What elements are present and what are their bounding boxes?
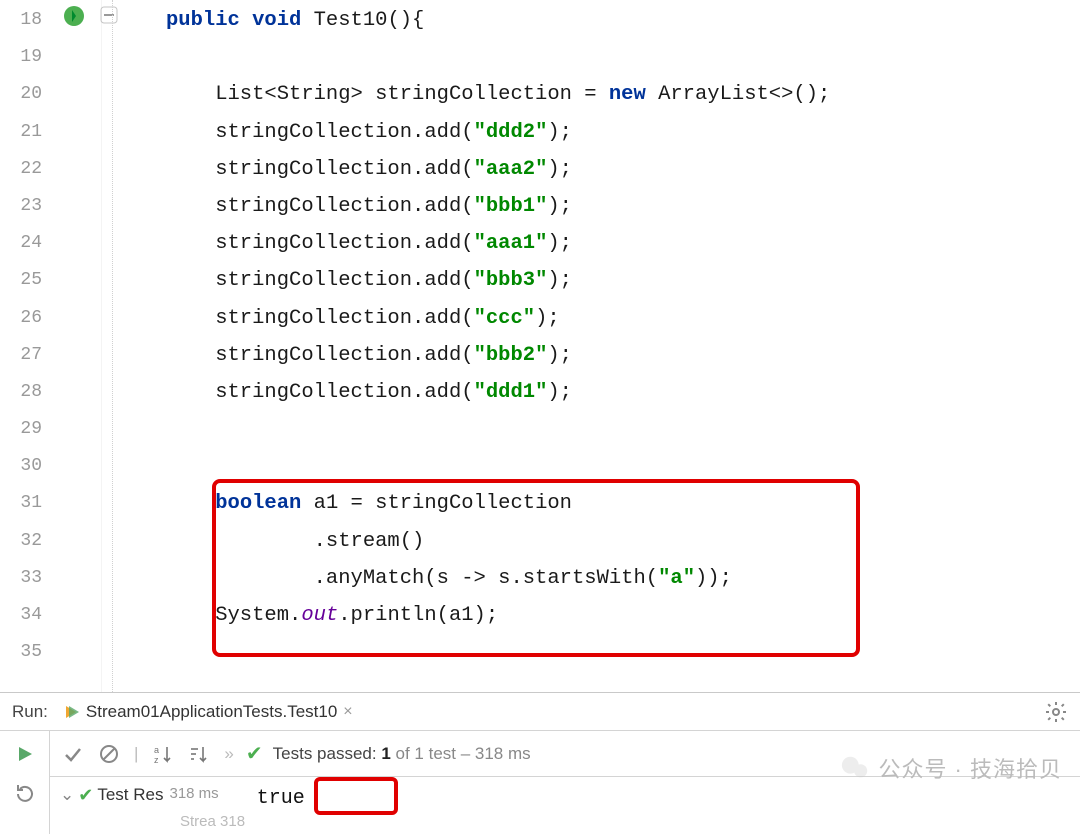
more-icon[interactable]: » [224,744,233,764]
line-number: 28 [0,374,52,411]
highlight-annotation-box [212,479,860,657]
line-number: 23 [0,188,52,225]
line-number: 21 [0,114,52,151]
check-icon: ✔ [246,741,263,766]
line-number: 24 [0,225,52,262]
chevron-down-icon[interactable]: ⌄ [60,785,74,805]
tests-passed-status: Tests passed: 1 of 1 test – 318 ms [273,744,531,764]
test-tree-child[interactable]: Strea 318 [180,813,245,830]
svg-text:z: z [154,755,159,765]
test-duration: 318 ms [169,785,218,802]
line-number-gutter: 181920212223242526272829303132333435 [0,0,52,692]
test-toolbar: | az » ✔ Tests passed: 1 of 1 test – 318… [50,731,1080,777]
highlight-annotation-box [314,777,398,815]
gear-icon[interactable] [1044,700,1068,724]
line-number: 29 [0,411,52,448]
svg-text:a: a [154,745,159,755]
test-tree-node[interactable]: Test Res [97,785,163,805]
line-number: 26 [0,300,52,337]
keyword: public void [166,9,301,32]
toggle-auto-test-button[interactable] [12,781,38,807]
run-header: Run: Stream01ApplicationTests.Test10 × [0,693,1080,731]
code-editor[interactable]: 181920212223242526272829303132333435 pub… [0,0,1080,692]
line-number: 33 [0,560,52,597]
line-number: 32 [0,523,52,560]
sort-by-duration-button[interactable] [186,741,212,767]
line-number: 18 [0,2,52,39]
test-results-area: ⌄ ✔ Test Res 318 ms Strea 318 true [50,777,1080,834]
line-number: 34 [0,597,52,634]
line-number: 31 [0,485,52,522]
console-output: true [247,785,315,812]
line-number: 22 [0,151,52,188]
run-label: Run: [12,702,48,722]
show-ignored-toggle[interactable] [96,741,122,767]
run-tab-title[interactable]: Stream01ApplicationTests.Test10 [86,702,337,722]
line-number: 19 [0,39,52,76]
check-icon: ✔ [78,785,93,806]
run-test-gutter-icon[interactable] [62,4,86,28]
indent-guides [102,0,166,692]
line-number: 35 [0,634,52,671]
line-number: 20 [0,76,52,113]
gutter-markers [52,0,102,692]
line-number: 25 [0,262,52,299]
test-config-icon [62,703,80,721]
run-side-toolbar [0,731,50,834]
show-passed-toggle[interactable] [60,741,86,767]
line-number: 27 [0,337,52,374]
sort-alphabetically-button[interactable]: az [150,741,176,767]
rerun-button[interactable] [12,741,38,767]
run-tool-window: Run: Stream01ApplicationTests.Test10 × [0,692,1080,834]
close-tab-icon[interactable]: × [343,703,352,721]
line-number: 30 [0,448,52,485]
